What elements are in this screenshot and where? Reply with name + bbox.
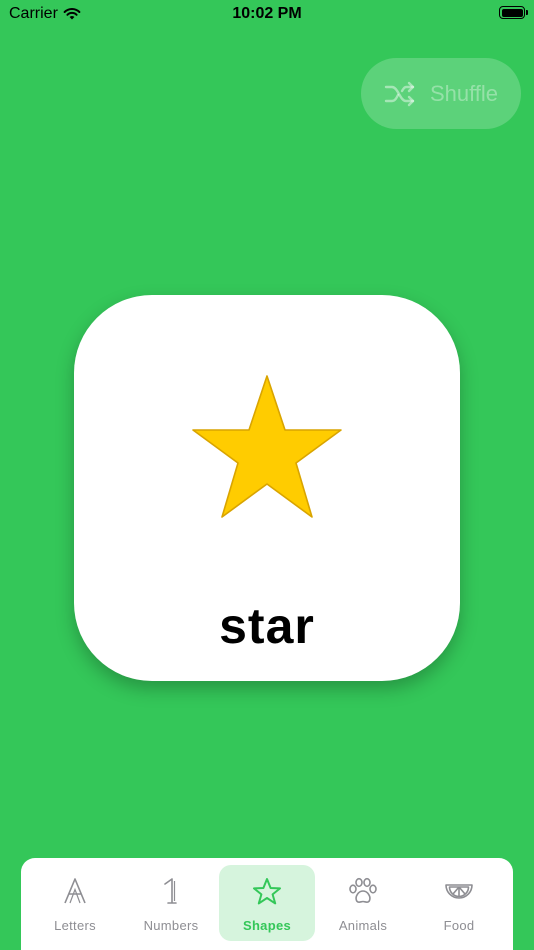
- tab-letters[interactable]: Letters: [27, 865, 123, 941]
- star-icon: [253, 878, 281, 905]
- tab-food[interactable]: Food: [411, 865, 507, 941]
- battery-icon: [499, 6, 528, 19]
- shuffle-button[interactable]: Shuffle: [361, 58, 521, 129]
- category-tab-bar: Letters Numbers Shapes Animals Food: [21, 858, 513, 950]
- paw-icon: [349, 877, 377, 903]
- status-bar: Carrier 10:02 PM: [0, 0, 534, 28]
- tab-label: Animals: [338, 918, 388, 933]
- status-time: 10:02 PM: [232, 5, 302, 22]
- citrus-slice-icon: [445, 884, 473, 899]
- letter-a-icon: [64, 878, 86, 904]
- tab-label: Shapes: [242, 918, 292, 933]
- shuffle-icon: [384, 81, 415, 106]
- card-word: star: [219, 598, 315, 654]
- tab-label: Numbers: [143, 918, 199, 933]
- tab-label: Letters: [54, 918, 96, 933]
- tab-animals[interactable]: Animals: [315, 865, 411, 941]
- star-shape-image: [192, 375, 342, 518]
- flash-card[interactable]: star: [74, 295, 460, 681]
- tab-shapes[interactable]: Shapes: [219, 865, 315, 941]
- tab-label: Food: [443, 918, 475, 933]
- tab-numbers[interactable]: Numbers: [123, 865, 219, 941]
- shuffle-label: Shuffle: [429, 80, 499, 106]
- number-one-icon: [164, 878, 177, 904]
